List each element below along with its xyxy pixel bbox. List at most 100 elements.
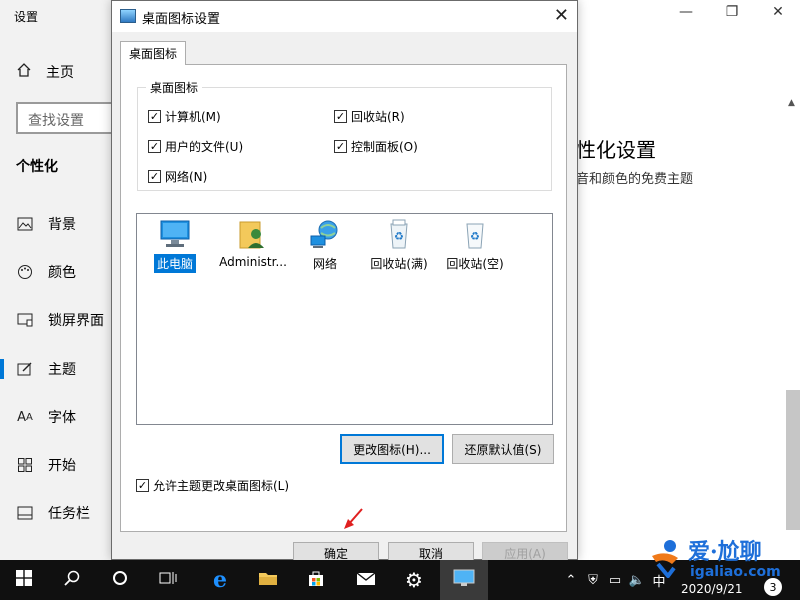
monitor-icon [120, 9, 136, 23]
settings-title: 设置 [14, 10, 39, 24]
sidebar-item-start[interactable]: 开始 [16, 453, 76, 477]
gear-icon: ⚙ [405, 568, 423, 592]
list-item[interactable]: 此电脑 [139, 218, 211, 273]
store-icon [307, 569, 325, 592]
checkmark-icon: ✓ [334, 140, 347, 153]
section-title: 个性化 [16, 159, 58, 175]
sidebar-item-colors[interactable]: 颜色 [16, 260, 76, 284]
restore-default-button[interactable]: 还原默认值(S) [452, 434, 554, 464]
svg-text:♻: ♻ [394, 230, 404, 243]
checkbox-user-files[interactable]: ✓ 用户的文件(U) [148, 138, 243, 155]
sidebar-item-label: 锁屏界面 [48, 313, 104, 329]
sidebar-item-taskbar[interactable]: 任务栏 [16, 501, 90, 525]
file-explorer-button[interactable] [244, 560, 292, 600]
close-icon: ✕ [772, 4, 784, 20]
settings-taskbar-button[interactable]: ⚙ [390, 560, 438, 600]
sidebar-item-lockscreen[interactable]: 锁屏界面 [16, 308, 104, 332]
list-item[interactable]: ♻ 回收站(满) [363, 218, 435, 273]
icon-label: 回收站(空) [446, 257, 504, 271]
scrollbar-thumb[interactable] [786, 390, 800, 530]
sidebar-item-label: 主题 [48, 362, 76, 378]
icon-list[interactable]: 此电脑 Administr... 网络 ♻ 回收站(满) ♻ 回收站(空) [136, 213, 553, 425]
picture-icon [16, 215, 34, 233]
change-icon-button[interactable]: 更改图标(H)... [340, 434, 444, 464]
user-folder-icon [236, 218, 270, 250]
arrow-annotation-icon [344, 508, 363, 529]
dialog-close-button[interactable]: ✕ [554, 5, 569, 26]
checkmark-icon: ✓ [334, 110, 347, 123]
watermark-figure-icon [652, 540, 678, 578]
desktop-icons-group: 桌面图标 ✓ 计算机(M) ✓ 回收站(R) ✓ 用户的文件(U) ✓ 控制面板… [137, 79, 552, 191]
windows-logo-icon [16, 569, 32, 591]
palette-icon [16, 263, 34, 281]
checkbox-label: 计算机(M) [165, 110, 221, 124]
checkbox-recycle-bin[interactable]: ✓ 回收站(R) [334, 108, 405, 125]
scroll-up-icon[interactable]: ▲ [788, 98, 795, 108]
close-icon: ✕ [553, 5, 569, 26]
nav-home[interactable]: 主页 [16, 62, 74, 82]
start-button[interactable] [0, 560, 48, 600]
page-subtext[interactable]: 音和颜色的免费主题 [576, 168, 693, 187]
checkbox-network[interactable]: ✓ 网络(N) [148, 168, 207, 185]
minimize-button[interactable]: — [664, 4, 708, 20]
security-icon[interactable]: ⛨ [582, 573, 604, 588]
desktop-icon-settings-dialog: 桌面图标设置 ✕ 桌面图标 桌面图标 ✓ 计算机(M) ✓ 回收站(R) ✓ 用… [111, 0, 578, 564]
checkbox-label: 回收站(R) [351, 110, 405, 124]
store-button[interactable] [292, 560, 340, 600]
task-view-icon [159, 570, 177, 591]
sidebar-item-label: 字体 [48, 410, 76, 426]
cortana-button[interactable] [96, 560, 144, 600]
chevron-up-icon[interactable]: ⌃ [560, 573, 582, 588]
font-icon: AA [17, 409, 33, 425]
watermark-logo: 爱·尬聊 igaliao.com [640, 532, 800, 588]
cortana-icon [112, 570, 128, 591]
sidebar-item-label: 背景 [48, 217, 76, 233]
edge-button[interactable]: e [196, 560, 244, 600]
desktop-icon-settings-taskbar-button[interactable] [440, 560, 488, 600]
settings-sidebar: 设置 主页 查找设置 个性化 背景 颜色 锁屏界面 主题 A A 字体 开始 任… [0, 0, 216, 560]
icon-label: 回收站(满) [370, 257, 428, 271]
dialog-titlebar[interactable]: 桌面图标设置 ✕ [112, 1, 577, 32]
search-button[interactable] [48, 560, 96, 600]
maximize-button[interactable]: ❐ [710, 4, 754, 20]
sidebar-item-background[interactable]: 背景 [16, 212, 76, 236]
sidebar-item-fonts[interactable]: AA 字体 [16, 405, 76, 429]
close-button[interactable]: ✕ [756, 4, 800, 20]
nav-home-label: 主页 [46, 65, 74, 81]
network-icon [308, 218, 342, 250]
checkmark-icon: ✓ [148, 140, 161, 153]
network-tray-icon[interactable]: ▭ [604, 573, 626, 588]
computer-icon [158, 218, 192, 250]
taskbar-icon [16, 504, 34, 522]
monitor-icon [453, 569, 475, 592]
sidebar-item-themes[interactable]: 主题 [16, 357, 76, 381]
tab-desktop-icons[interactable]: 桌面图标 [120, 41, 187, 65]
checkbox-label: 允许主题更改桌面图标(L) [153, 479, 290, 493]
sidebar-item-label: 开始 [48, 458, 76, 474]
folder-icon [258, 570, 278, 591]
checkbox-label: 网络(N) [165, 170, 208, 184]
checkbox-computer[interactable]: ✓ 计算机(M) [148, 108, 221, 125]
lockscreen-icon [16, 311, 34, 329]
checkmark-icon: ✓ [136, 479, 149, 492]
sidebar-item-label: 颜色 [48, 265, 76, 281]
start-icon [16, 456, 34, 474]
list-item[interactable]: ♻ 回收站(空) [439, 218, 511, 273]
icon-label: 此电脑 [153, 254, 196, 273]
mail-button[interactable] [342, 560, 390, 600]
checkbox-label: 用户的文件(U) [165, 140, 244, 154]
recycle-bin-full-icon: ♻ [382, 218, 416, 250]
allow-themes-checkbox[interactable]: ✓ 允许主题更改桌面图标(L) [136, 477, 289, 494]
watermark-title: 爱·尬聊 [688, 539, 762, 565]
checkbox-control-panel[interactable]: ✓ 控制面板(O) [334, 138, 418, 155]
minimize-icon: — [679, 4, 693, 20]
watermark-url: igaliao.com [690, 564, 781, 580]
svg-text:♻: ♻ [470, 230, 480, 243]
edge-icon: e [213, 567, 227, 593]
list-item[interactable]: Administr... [217, 218, 289, 270]
list-item[interactable]: 网络 [289, 218, 361, 273]
task-view-button[interactable] [144, 560, 192, 600]
active-indicator [0, 359, 4, 379]
checkbox-label: 控制面板(O) [351, 140, 418, 154]
recycle-bin-empty-icon: ♻ [458, 218, 492, 250]
